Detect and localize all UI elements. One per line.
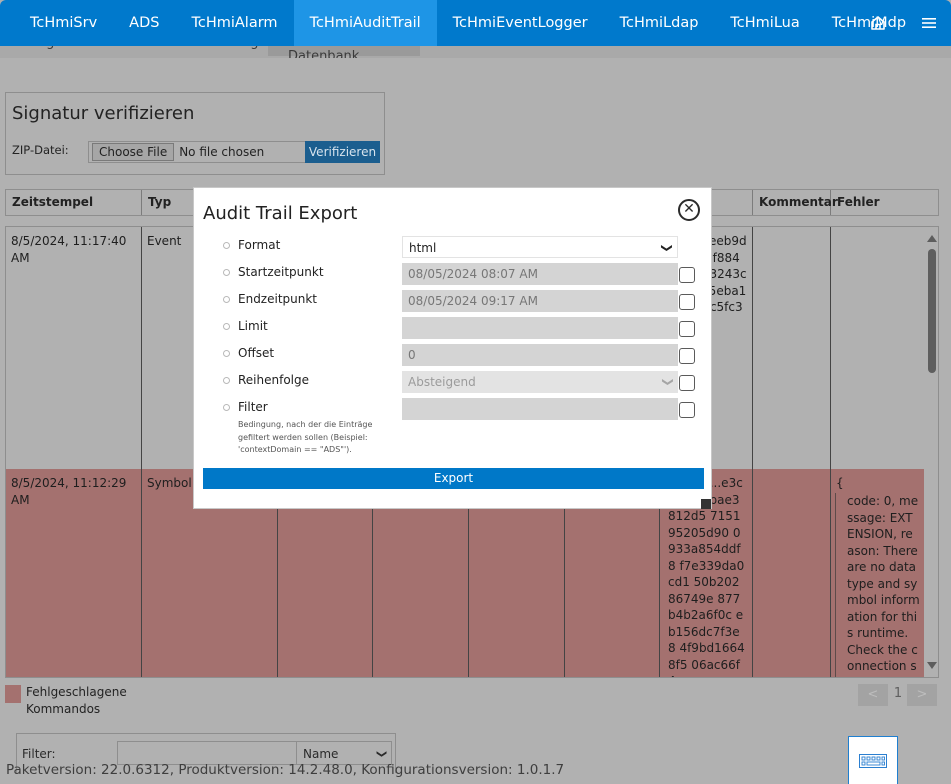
export-button[interactable]: Export [203, 468, 704, 489]
cell-comment [753, 469, 831, 677]
error-open-brace: { [836, 476, 844, 490]
scroll-down-arrow-icon[interactable] [927, 662, 937, 669]
filter-select-value: Name [303, 747, 339, 761]
zip-file-label: ZIP-Datei: [12, 143, 69, 157]
order-select[interactable]: Absteigend ❯ [402, 371, 678, 393]
file-status-text: No file chosen [179, 145, 265, 159]
nav-tab-tchmisrv[interactable]: TcHmiSrv [0, 0, 113, 46]
nav-tab-tchmilua[interactable]: TcHmiLua [714, 0, 815, 46]
nav-tab-tchmiaudittrail[interactable]: TcHmiAuditTrail [293, 0, 437, 46]
chevron-down-icon: ❯ [375, 749, 387, 759]
verify-button[interactable]: Verifizieren [305, 141, 380, 163]
legend-failed-label: Fehlgeschlagene Kommandos [26, 685, 127, 716]
cell-timestamp: 8/5/2024, 11:12:29 AM [6, 469, 142, 677]
field-limit: Limit [194, 317, 713, 341]
field-label: Format [238, 238, 281, 252]
end-time-input[interactable]: 08/05/2024 09:17 AM [402, 290, 678, 312]
field-indicator-icon [223, 242, 230, 249]
hamburger-menu-icon[interactable] [914, 0, 944, 46]
cell-error: { code: 0, message: EXTENSION, reason: T… [831, 469, 924, 677]
format-select[interactable]: html ❯ [402, 236, 678, 258]
filter-hint-text: Bedingung, nach der die Einträge gefilte… [238, 420, 373, 454]
audit-trail-export-dialog: Audit Trail Export ✕ Format html ❯ Start… [193, 187, 712, 509]
close-circle-icon[interactable]: ✕ [678, 199, 700, 221]
scroll-thumb[interactable] [928, 249, 936, 373]
pager-prev-button[interactable]: < [858, 684, 888, 706]
field-indicator-icon [223, 404, 230, 411]
field-label: Limit [238, 319, 268, 333]
chevron-down-icon: ❯ [660, 243, 674, 253]
cell-error [831, 227, 924, 469]
start-time-input[interactable]: 08/05/2024 08:07 AM [402, 263, 678, 285]
filter-label: Filter: [22, 747, 56, 761]
field-format: Format html ❯ [194, 236, 713, 260]
keyboard-button[interactable] [848, 736, 898, 784]
pager-page-number: 1 [893, 686, 903, 701]
order-enable-checkbox[interactable] [679, 375, 695, 391]
keyboard-icon [859, 754, 887, 768]
table-scrollbar[interactable] [924, 227, 938, 677]
top-navigation: TcHmiSrv ADS TcHmiAlarm TcHmiAuditTrail … [0, 0, 951, 46]
version-info: Paketversion: 22.0.6312, Produktversion:… [6, 762, 565, 778]
resize-handle[interactable] [701, 499, 711, 509]
field-label: Startzeitpunkt [238, 265, 324, 279]
field-endzeitpunkt: Endzeitpunkt 08/05/2024 09:17 AM [194, 290, 713, 314]
cell-timestamp: 8/5/2024, 11:17:40 AM [6, 227, 142, 469]
field-indicator-icon [223, 296, 230, 303]
field-label: Endzeitpunkt [238, 292, 318, 306]
offset-input[interactable]: 0 [402, 344, 678, 366]
order-select-value: Absteigend [408, 375, 476, 389]
choose-file-button[interactable]: Choose File [92, 143, 175, 161]
nav-tab-tchmieventlogger[interactable]: TcHmiEventLogger [437, 0, 604, 46]
offset-enable-checkbox[interactable] [679, 348, 695, 364]
end-time-enable-checkbox[interactable] [679, 294, 695, 310]
cell-comment [753, 227, 831, 469]
field-indicator-icon [223, 350, 230, 357]
column-header-kommentar[interactable]: Kommentar [753, 190, 838, 215]
field-startzeitpunkt: Startzeitpunkt 08/05/2024 08:07 AM [194, 263, 713, 287]
home-icon[interactable] [862, 0, 894, 46]
legend-failed-swatch [5, 685, 21, 703]
nav-tab-ads[interactable]: ADS [113, 0, 175, 46]
start-time-enable-checkbox[interactable] [679, 267, 695, 283]
field-label: Offset [238, 346, 275, 360]
field-label: Filter [238, 400, 268, 414]
nav-tab-tchmialarm[interactable]: TcHmiAlarm [175, 0, 293, 46]
pager-next-button[interactable]: > [907, 684, 937, 706]
field-reihenfolge: Reihenfolge Absteigend ❯ [194, 371, 713, 395]
field-indicator-icon [223, 269, 230, 276]
error-text: code: 0, message: EXTENSION, reason: The… [835, 493, 920, 677]
signature-verify-panel: Signatur verifizieren ZIP-Datei: Choose … [5, 92, 385, 175]
chevron-down-icon: ❯ [661, 377, 675, 387]
dialog-title: Audit Trail Export [203, 203, 358, 224]
scroll-up-arrow-icon[interactable] [927, 235, 937, 242]
zip-file-input[interactable]: Choose File No file chosen [88, 141, 306, 163]
signature-title: Signatur verifizieren [12, 103, 195, 124]
field-indicator-icon [223, 323, 230, 330]
filter-enable-checkbox[interactable] [679, 402, 695, 418]
column-header-fehler[interactable]: Fehler [831, 190, 938, 215]
limit-input[interactable] [402, 317, 678, 339]
field-indicator-icon [223, 377, 230, 384]
field-label: Reihenfolge [238, 373, 310, 387]
column-header-zeitstempel[interactable]: Zeitstempel [6, 190, 142, 215]
format-select-value: html [409, 241, 437, 255]
limit-enable-checkbox[interactable] [679, 321, 695, 337]
nav-tab-tchmildap[interactable]: TcHmiLdap [604, 0, 715, 46]
filter-expression-input[interactable] [402, 398, 678, 420]
field-offset: Offset 0 [194, 344, 713, 368]
